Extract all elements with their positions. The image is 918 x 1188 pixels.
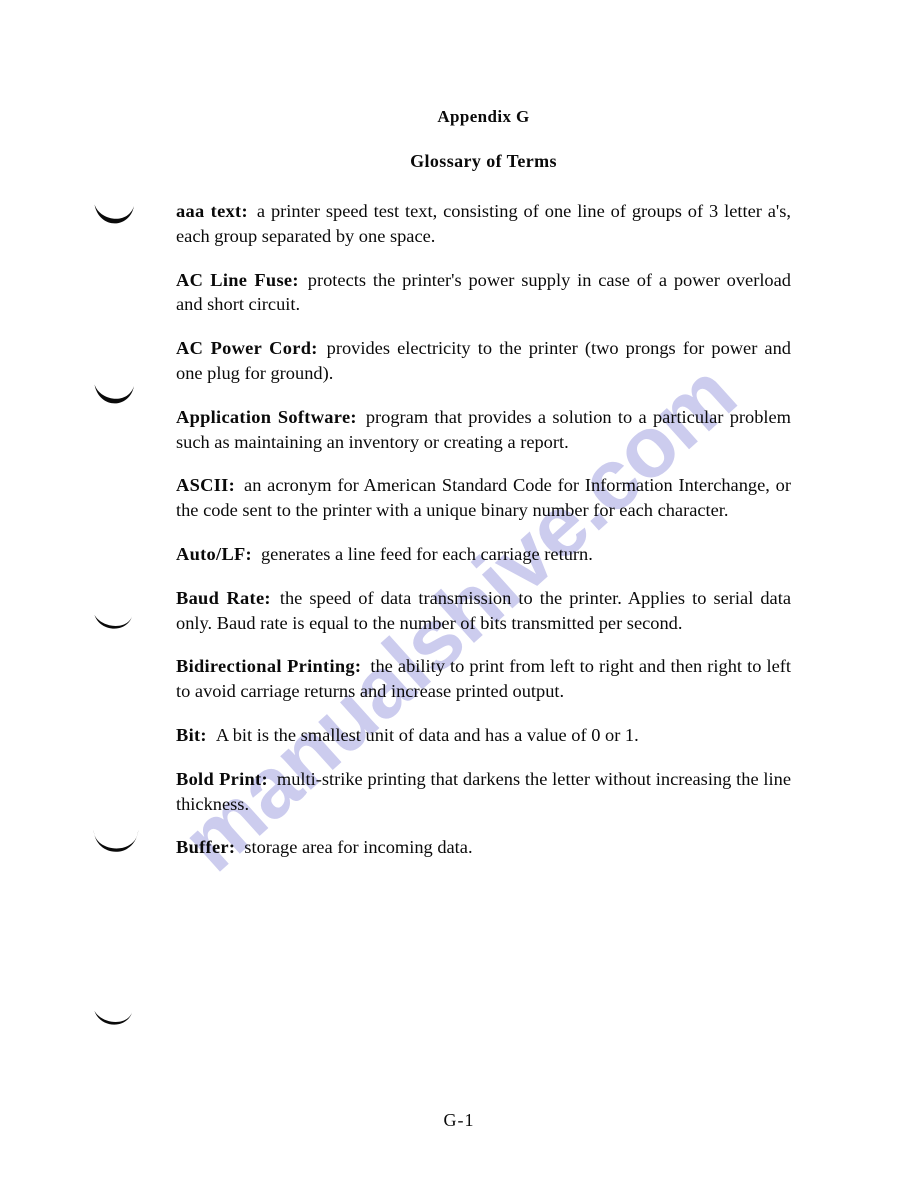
binding-hole-mark-3: [93, 612, 135, 638]
glossary-term: ASCII:: [176, 475, 236, 496]
glossary-entry: Bidirectional Printing: the ability to pr…: [176, 654, 791, 704]
glossary-entry: Bold Print: multi-strike printing that da…: [176, 767, 791, 817]
glossary-term: Baud Rate:: [176, 587, 271, 608]
glossary-definition: generates a line feed for each carriage …: [260, 543, 593, 564]
glossary-term: Application Software:: [176, 406, 357, 427]
glossary-entry-list: aaa text: a printer speed test text, cons…: [176, 199, 791, 860]
glossary-term: Buffer:: [176, 837, 236, 858]
glossary-definition: an acronym for American Standard Code fo…: [176, 475, 791, 521]
page-content: Appendix G Glossary of Terms aaa text: a …: [176, 0, 791, 860]
page-number: G-1: [443, 1110, 475, 1130]
glossary-term: Bit:: [176, 724, 207, 745]
glossary-entry: ASCII: an acronym for American Standard C…: [176, 473, 791, 523]
glossary-entry: Application Software: program that provid…: [176, 405, 791, 455]
glossary-entry: Buffer: storage area for incoming data.: [176, 835, 791, 860]
glossary-term: Bold Print:: [176, 768, 268, 789]
glossary-entry: Bit: A bit is the smallest unit of data a…: [176, 723, 791, 748]
glossary-definition: a printer speed test text, consisting of…: [176, 201, 791, 246]
glossary-term: Bidirectional Printing:: [176, 656, 362, 677]
page-title: Appendix G: [437, 107, 530, 126]
glossary-term: AC Line Fuse:: [176, 269, 299, 290]
page-subtitle: Glossary of Terms: [410, 151, 557, 171]
glossary-entry: aaa text: a printer speed test text, cons…: [176, 199, 791, 249]
binding-hole-mark-1: [93, 203, 137, 231]
glossary-term: aaa text:: [176, 201, 248, 221]
glossary-term: Auto/LF:: [176, 543, 252, 564]
glossary-entry: Auto/LF: generates a line feed for each c…: [176, 542, 791, 567]
glossary-entry: Baud Rate: the speed of data transmission…: [176, 586, 791, 636]
glossary-entry: AC Power Cord: provides electricity to th…: [176, 336, 791, 386]
glossary-definition: storage area for incoming data.: [244, 837, 473, 858]
binding-hole-mark-5: [93, 1008, 135, 1034]
glossary-entry: AC Line Fuse: protects the printer's powe…: [176, 268, 791, 318]
glossary-definition: A bit is the smallest unit of data and h…: [215, 724, 639, 745]
scanned-page: manualshive.com Appendix G Glossary of T…: [0, 0, 918, 1188]
glossary-term: AC Power Cord:: [176, 338, 318, 359]
binding-hole-mark-4: [92, 828, 140, 860]
binding-hole-mark-2: [93, 383, 137, 411]
glossary-definition: multi-strike printing that darkens the l…: [176, 768, 791, 814]
